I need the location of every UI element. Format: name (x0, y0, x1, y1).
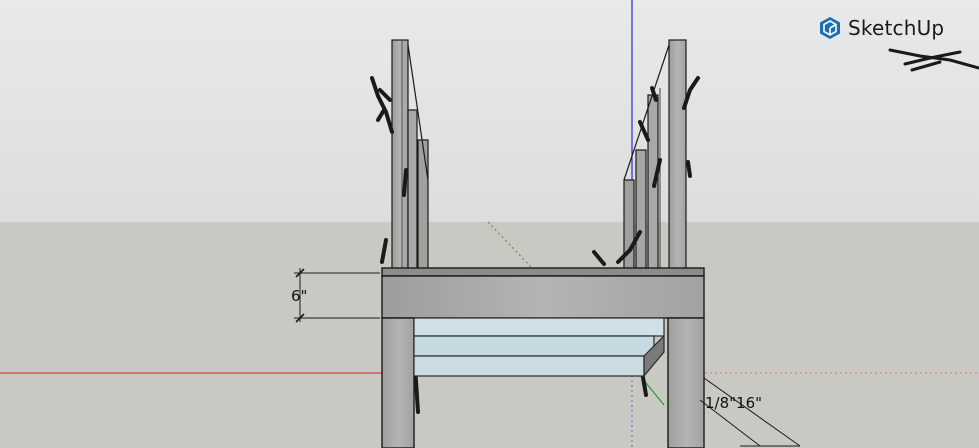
app-name: SketchUp (848, 16, 945, 40)
diagonal-dimension-label: 1/8"16" (705, 394, 763, 412)
sketchup-logo-icon (820, 17, 840, 39)
glass-steps (413, 317, 665, 378)
sketchup-logo: SketchUp (818, 16, 944, 40)
model-viewport[interactable] (0, 0, 979, 448)
vertical-dimension-label: 6" (291, 287, 308, 305)
